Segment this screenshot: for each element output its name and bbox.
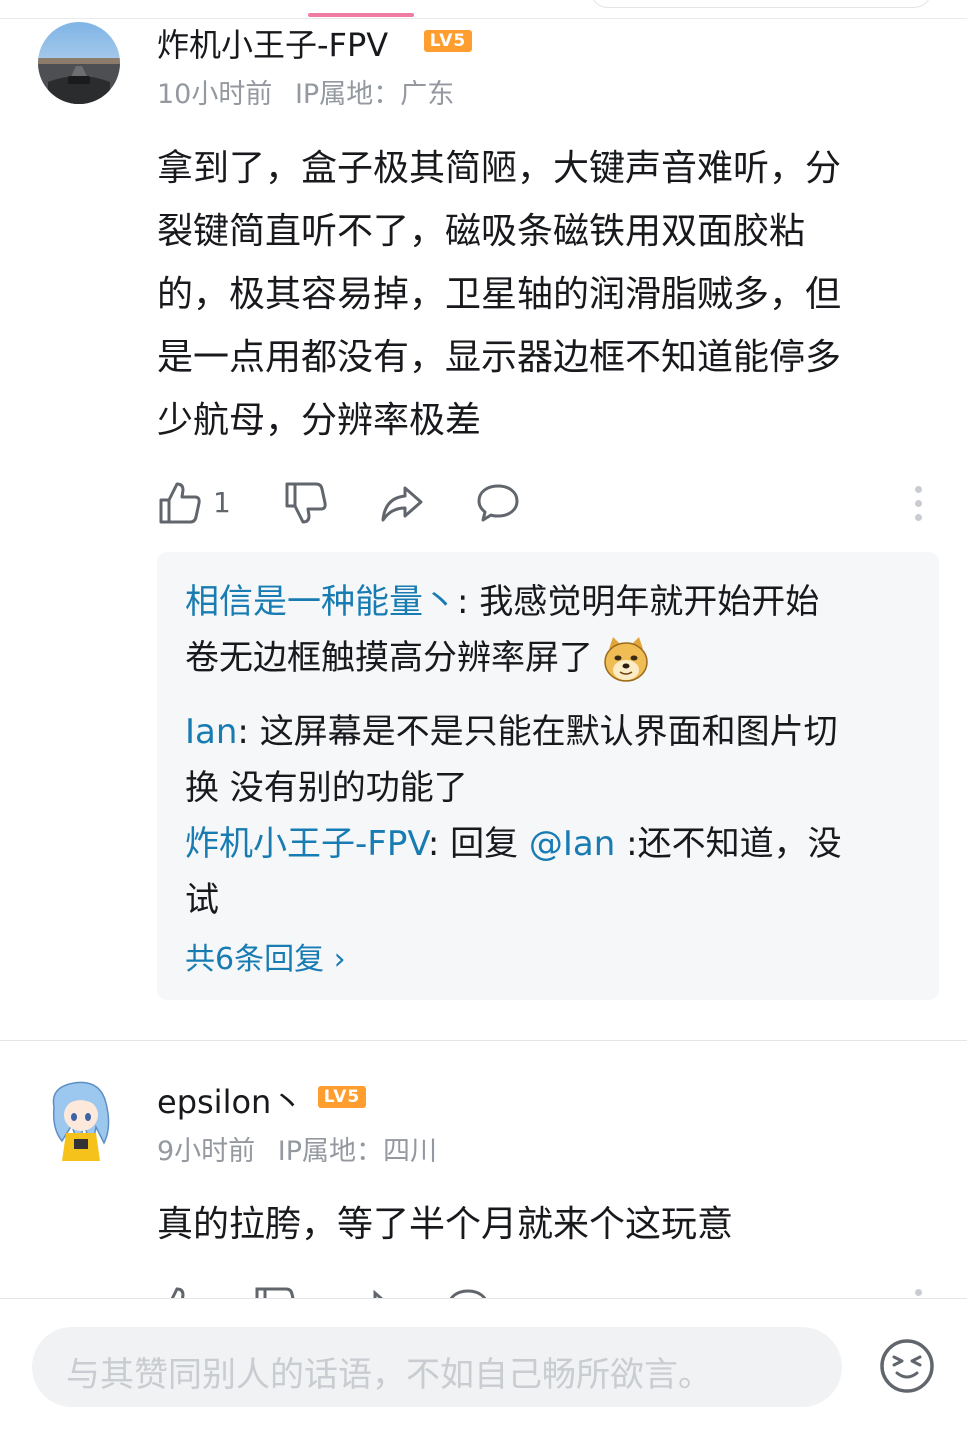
view-more-replies-link[interactable]: 共6条回复 › bbox=[185, 934, 346, 978]
reply-item: 炸机小王子-FPV: 回复 @Ian :还不知道，没 试 bbox=[185, 816, 925, 928]
reply-text: 换 没有别的功能了 bbox=[185, 768, 468, 808]
comment-text-line: 是一点用都没有，显示器边框不知道能停多 bbox=[157, 337, 842, 378]
reply-separator: : bbox=[237, 712, 260, 752]
reply-item: 相信是一种能量丶: 我感觉明年就开始开始 卷无边框触摸高分辨率屏了 bbox=[185, 574, 925, 686]
comment-meta: 9小时前 IP属地：四川 bbox=[157, 1129, 437, 1168]
comment-text-line: 拿到了，盒子极其简陋，大键声音难听，分 bbox=[157, 148, 842, 189]
share-button[interactable] bbox=[379, 480, 425, 526]
comment-divider bbox=[0, 1040, 967, 1041]
username[interactable]: 炸机小王子-FPV bbox=[157, 20, 388, 66]
reply-text: 这屏幕是不是只能在默认界面和图片切 bbox=[259, 712, 838, 752]
comment-meta: 10小时前 IP属地：广东 bbox=[157, 72, 454, 111]
top-search-pill[interactable] bbox=[590, 0, 932, 8]
reply-text: 卷无边框触摸高分辨率屏了 bbox=[185, 638, 593, 678]
reply-preview-box[interactable]: 相信是一种能量丶: 我感觉明年就开始开始 卷无边框触摸高分辨率屏了 Ian: 这… bbox=[157, 552, 939, 1000]
header-divider bbox=[0, 18, 967, 19]
doge-emoji-icon bbox=[601, 635, 651, 685]
avatar[interactable] bbox=[40, 1077, 122, 1161]
like-button[interactable] bbox=[157, 480, 203, 526]
comment-text-line: 裂键简直听不了，磁吸条磁铁用双面胶粘 bbox=[157, 211, 806, 252]
level-badge: LV5 bbox=[318, 1086, 366, 1108]
ip-location: IP属地：广东 bbox=[294, 79, 455, 110]
emoji-face-icon bbox=[880, 1339, 934, 1393]
mention-link[interactable]: @Ian bbox=[529, 824, 615, 864]
comment-time: 10小时前 bbox=[157, 79, 273, 110]
reply-text: 我感觉明年就开始开始 bbox=[479, 582, 820, 622]
comment-actions: 1 bbox=[157, 480, 937, 530]
reply-button[interactable] bbox=[475, 480, 521, 526]
avatar[interactable] bbox=[38, 22, 120, 104]
comment-text: 拿到了，盒子极其简陋，大键声音难听，分 裂键简直听不了，磁吸条磁铁用双面胶粘 的… bbox=[157, 137, 947, 452]
reply-author[interactable]: 相信是一种能量丶 bbox=[185, 582, 457, 622]
comment-text-line: 的，极其容易掉，卫星轴的润滑脂贼多，但 bbox=[157, 274, 842, 315]
tab-indicator bbox=[308, 13, 414, 17]
comment-input[interactable]: 与其赞同别人的话语，不如自己畅所欲言。 bbox=[32, 1327, 842, 1407]
username[interactable]: epsilon丶 bbox=[157, 1077, 303, 1123]
reply-separator: : bbox=[457, 582, 480, 622]
comment-time: 9小时前 bbox=[157, 1136, 256, 1167]
comment-input-bar: 与其赞同别人的话语，不如自己畅所欲言。 bbox=[0, 1298, 967, 1434]
reply-text: 试 bbox=[185, 880, 219, 920]
dislike-button[interactable] bbox=[283, 480, 329, 526]
comment-input-placeholder: 与其赞同别人的话语，不如自己畅所欲言。 bbox=[66, 1355, 712, 1395]
emoji-button[interactable] bbox=[878, 1337, 936, 1395]
comment-text: 真的拉胯，等了半个月就来个这玩意 bbox=[157, 1204, 734, 1245]
thumbs-down-icon bbox=[285, 482, 327, 524]
reply-text: :还不知道，没 bbox=[615, 824, 842, 864]
thumbs-up-icon bbox=[159, 482, 201, 524]
more-options-button[interactable] bbox=[912, 486, 924, 526]
share-icon bbox=[381, 486, 423, 522]
reply-item: Ian: 这屏幕是不是只能在默认界面和图片切 换 没有别的功能了 bbox=[185, 704, 925, 816]
ip-location: IP属地：四川 bbox=[277, 1136, 438, 1167]
reply-separator: : bbox=[427, 824, 451, 864]
reply-author[interactable]: Ian bbox=[185, 712, 237, 752]
like-count: 1 bbox=[213, 486, 231, 519]
level-badge: LV5 bbox=[424, 30, 472, 52]
reply-prefix: 回复 bbox=[450, 824, 529, 864]
comment-text-line: 少航母，分辨率极差 bbox=[157, 400, 482, 441]
comment-bubble-icon bbox=[477, 484, 519, 522]
reply-author[interactable]: 炸机小王子-FPV bbox=[185, 824, 428, 864]
